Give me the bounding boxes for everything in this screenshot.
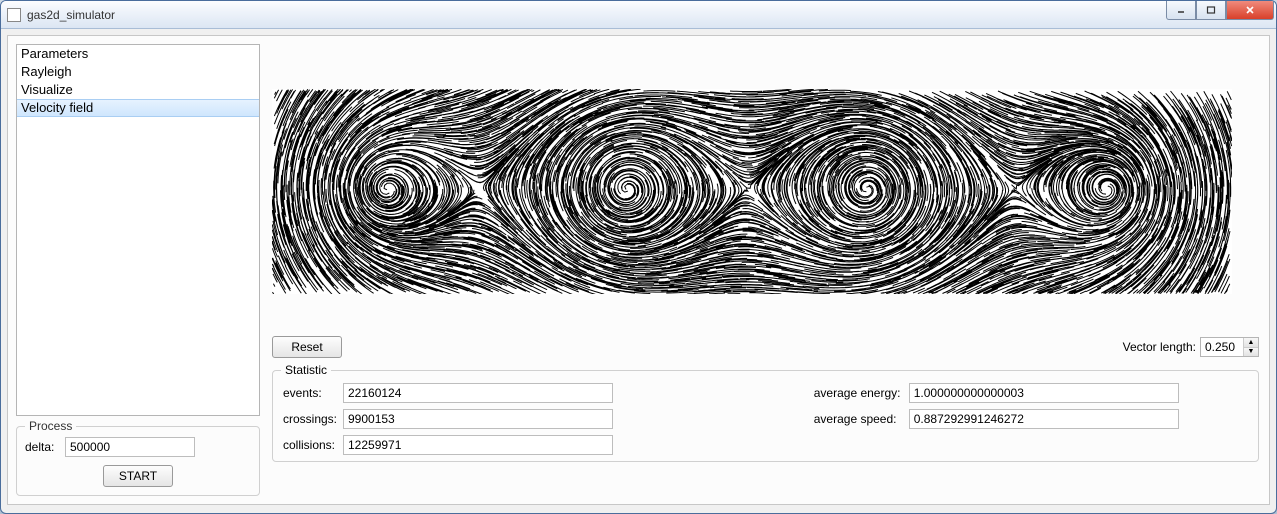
sidebar-item-rayleigh[interactable]: Rayleigh: [17, 63, 259, 81]
titlebar[interactable]: gas2d_simulator: [1, 1, 1276, 29]
process-group: Process delta: START: [16, 426, 260, 496]
app-window: gas2d_simulator ParametersRayleighVisual…: [0, 0, 1277, 514]
plot-controls-row: Reset Vector length: ▲ ▼: [272, 336, 1259, 358]
crossings-value[interactable]: [343, 409, 613, 429]
sidebar-pane: ParametersRayleighVisualizeVelocity fiel…: [8, 36, 268, 504]
crossings-label: crossings:: [283, 412, 343, 426]
start-button[interactable]: START: [103, 465, 173, 487]
collisions-value[interactable]: [343, 435, 613, 455]
sidebar-item-parameters[interactable]: Parameters: [17, 45, 259, 63]
sidebar-item-velocity-field[interactable]: Velocity field: [17, 99, 259, 117]
window-title: gas2d_simulator: [27, 8, 115, 22]
main-pane: Reset Vector length: ▲ ▼ Statistic: [268, 36, 1269, 504]
avg-speed-label: average speed:: [814, 412, 909, 426]
reset-button[interactable]: Reset: [272, 336, 342, 358]
statistic-legend: Statistic: [281, 363, 331, 377]
events-value[interactable]: [343, 383, 613, 403]
statistic-group: Statistic events: crossings: collisions:: [272, 370, 1259, 462]
vector-length-spinner[interactable]: ▲ ▼: [1200, 337, 1259, 357]
spinner-down-icon[interactable]: ▼: [1244, 347, 1258, 357]
spinner-up-icon[interactable]: ▲: [1244, 338, 1258, 347]
client-area: ParametersRayleighVisualizeVelocity fiel…: [7, 35, 1270, 505]
maximize-button[interactable]: [1196, 1, 1226, 20]
avg-energy-value[interactable]: [909, 383, 1179, 403]
vector-length-label: Vector length:: [1123, 340, 1196, 354]
avg-energy-label: average energy:: [814, 386, 909, 400]
process-legend: Process: [25, 419, 76, 433]
avg-speed-value[interactable]: [909, 409, 1179, 429]
window-controls: [1166, 1, 1274, 20]
velocity-field-plot: [272, 89, 1232, 294]
delta-input[interactable]: [65, 437, 195, 457]
vector-length-input[interactable]: [1201, 338, 1243, 356]
close-button[interactable]: [1226, 1, 1274, 20]
minimize-button[interactable]: [1166, 1, 1196, 20]
delta-label: delta:: [25, 440, 65, 454]
app-icon: [7, 8, 21, 22]
sidebar-item-visualize[interactable]: Visualize: [17, 81, 259, 99]
events-label: events:: [283, 386, 343, 400]
sidebar-list[interactable]: ParametersRayleighVisualizeVelocity fiel…: [16, 44, 260, 416]
collisions-label: collisions:: [283, 438, 343, 452]
